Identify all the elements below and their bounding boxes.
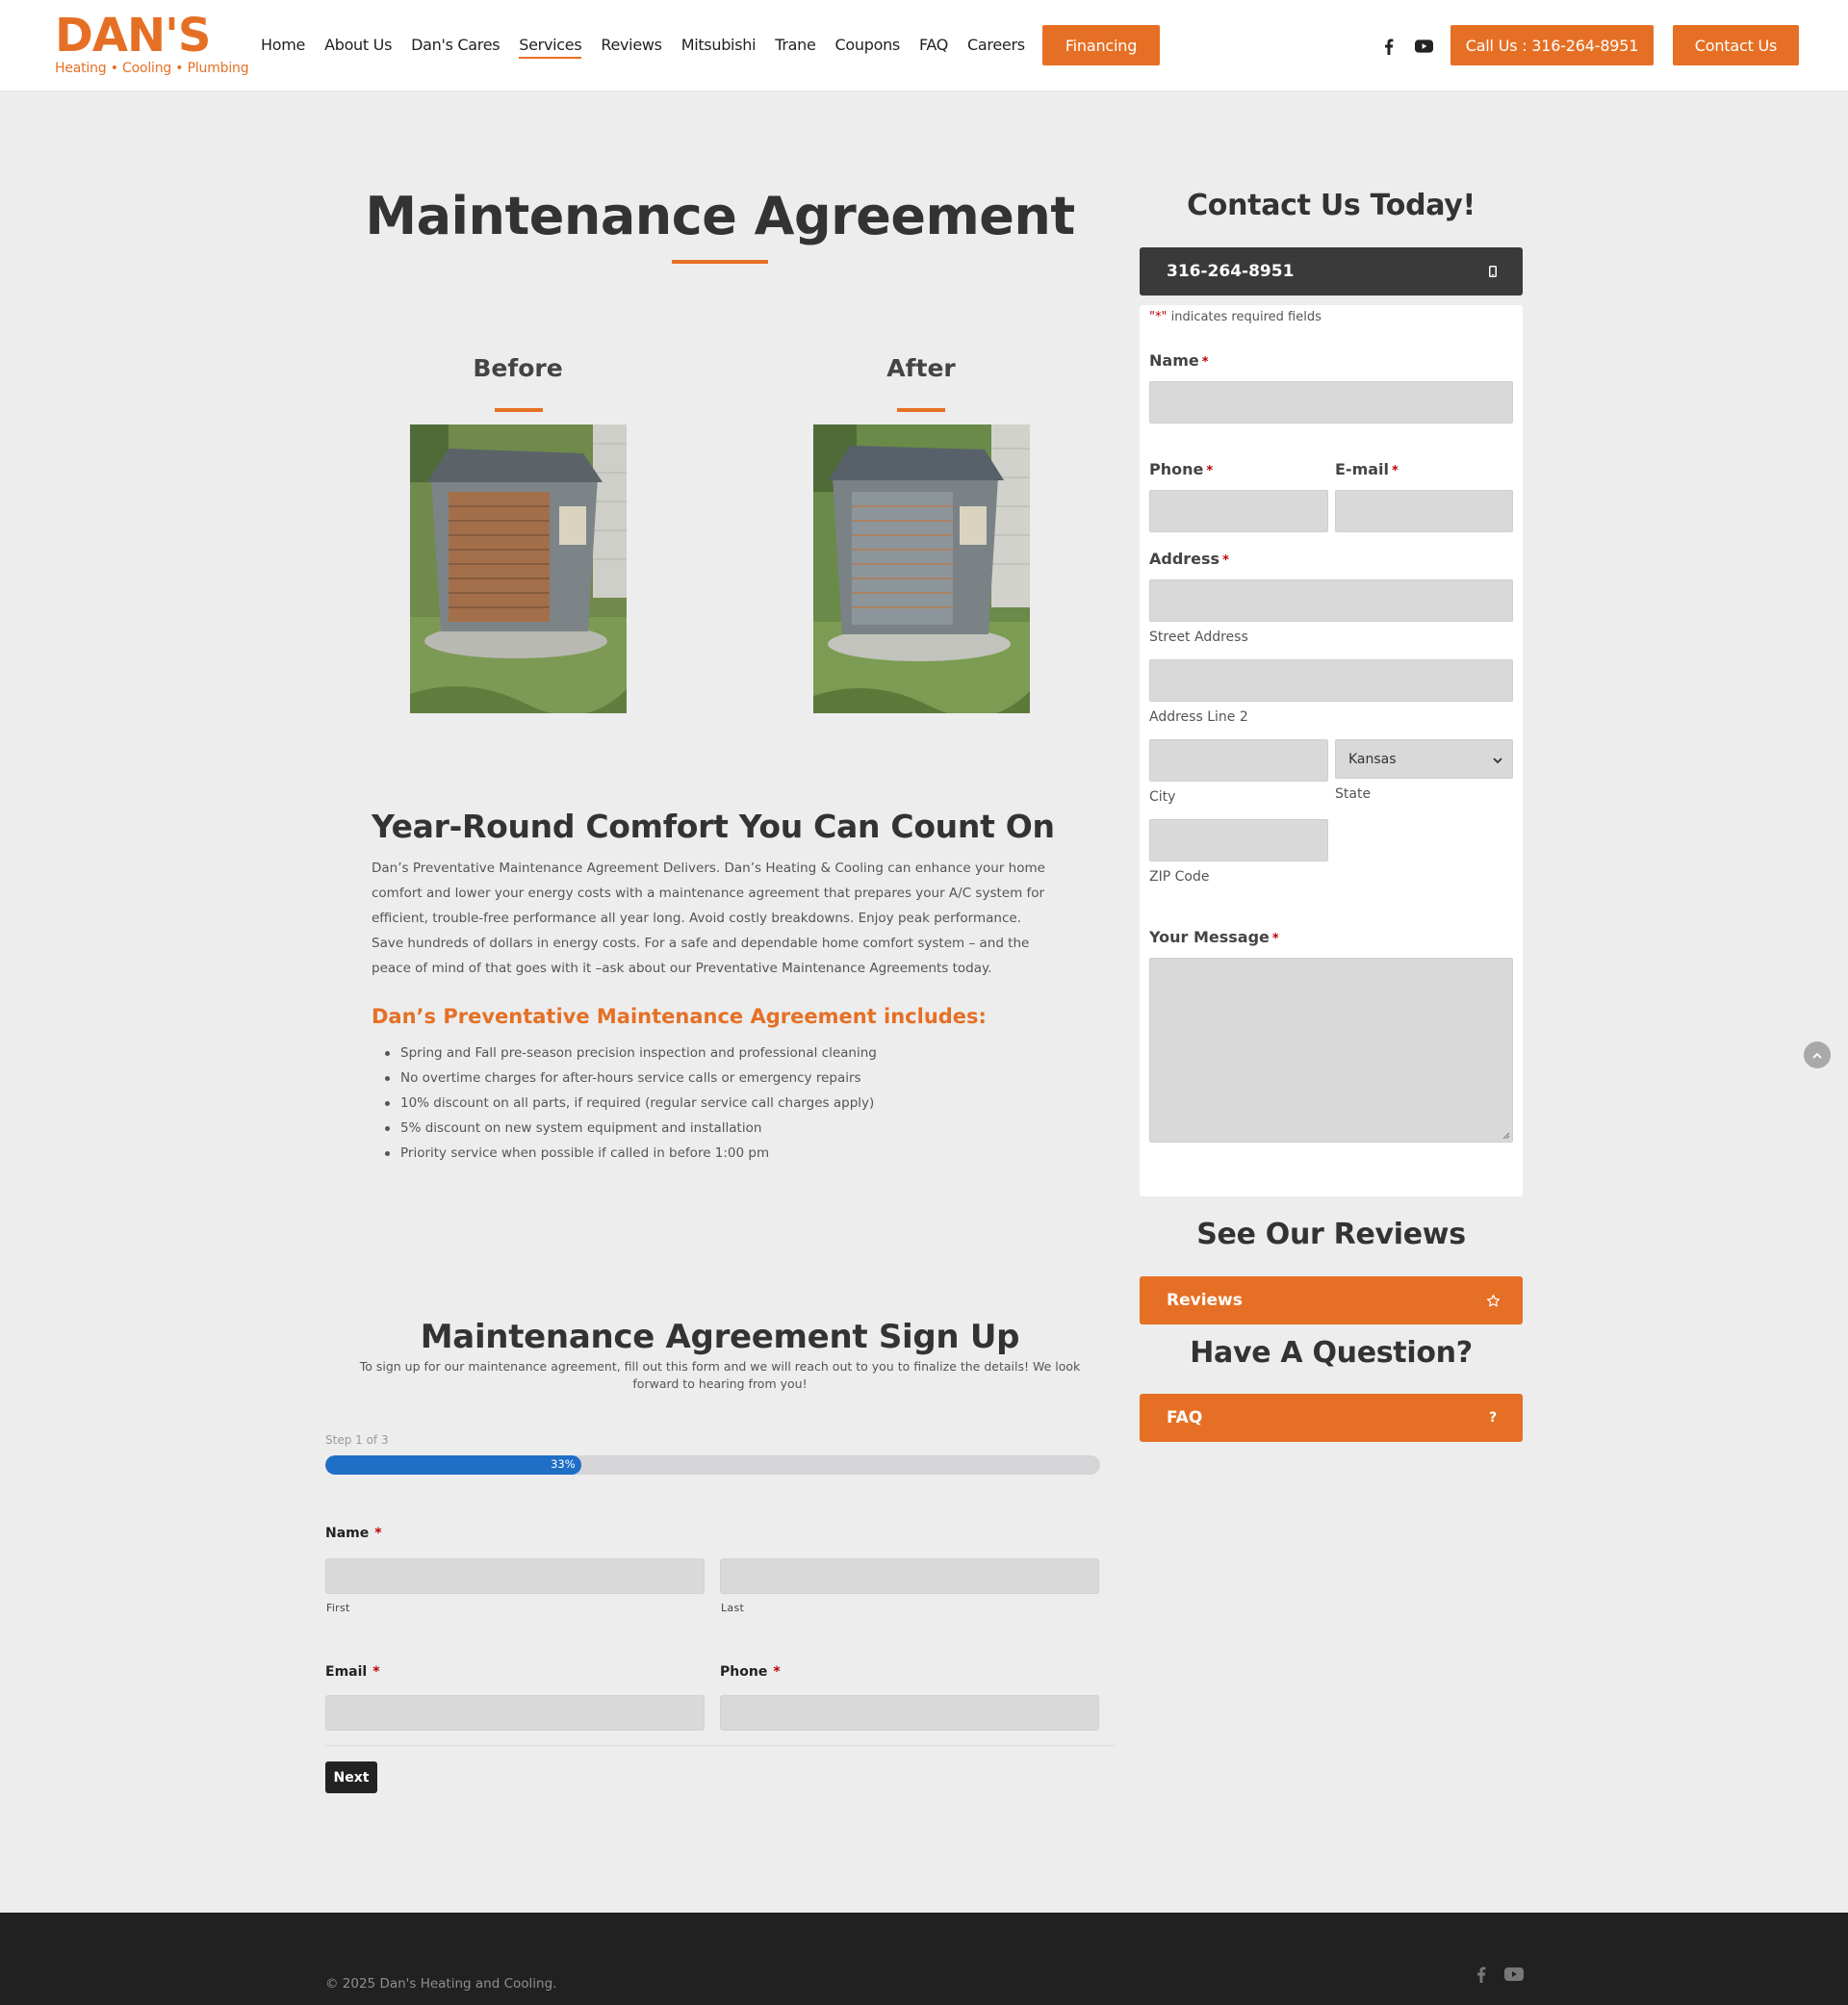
youtube-icon[interactable] bbox=[1504, 1966, 1524, 1983]
phone-bar-label: 316-264-8951 bbox=[1167, 262, 1295, 281]
phone-bar[interactable]: 316-264-8951 bbox=[1140, 247, 1523, 296]
page-title: Maintenance Agreement bbox=[365, 186, 1075, 246]
signup-title: Maintenance Agreement Sign Up bbox=[420, 1318, 1020, 1356]
nav-coupons[interactable]: Coupons bbox=[835, 36, 901, 54]
street-sublabel: Street Address bbox=[1149, 630, 1248, 645]
contact-phone-label: Phone * bbox=[1149, 460, 1214, 478]
call-us-button[interactable]: Call Us : 316-264-8951 bbox=[1450, 25, 1654, 65]
facebook-icon[interactable] bbox=[1473, 1966, 1490, 1983]
form-divider bbox=[325, 1745, 1115, 1746]
main-nav: Home About Us Dan's Cares Services Revie… bbox=[261, 36, 1044, 59]
faq-bar[interactable]: FAQ ? bbox=[1140, 1394, 1523, 1442]
signup-name-label: Name * bbox=[325, 1526, 382, 1541]
progress-percent: 33% bbox=[551, 1457, 576, 1471]
site-footer bbox=[0, 1913, 1848, 2005]
state-sublabel: State bbox=[1335, 786, 1372, 802]
state-select-value: Kansas bbox=[1348, 751, 1397, 767]
logo-wordmark: DAN'S bbox=[55, 9, 211, 63]
nav-reviews[interactable]: Reviews bbox=[601, 36, 662, 54]
chevron-up-icon bbox=[1812, 1052, 1822, 1059]
list-item: 5% discount on new system equipment and … bbox=[385, 1116, 877, 1141]
signup-phone-label: Phone * bbox=[720, 1664, 781, 1680]
before-underline bbox=[495, 408, 543, 412]
signup-description: To sign up for our maintenance agreement… bbox=[359, 1359, 1081, 1391]
first-name-input[interactable] bbox=[325, 1558, 705, 1594]
progress-fill: 33% bbox=[325, 1455, 581, 1475]
contact-form: "*" indicates required fields Name * Phon… bbox=[1140, 305, 1523, 1196]
scroll-to-top-button[interactable] bbox=[1804, 1041, 1831, 1068]
star-icon bbox=[1484, 1292, 1502, 1309]
nav-faq[interactable]: FAQ bbox=[919, 36, 948, 54]
contact-title: Contact Us Today! bbox=[1187, 189, 1476, 222]
step-indicator: Step 1 of 3 bbox=[325, 1433, 389, 1447]
includes-heading: Dan’s Preventative Maintenance Agreement… bbox=[372, 1005, 987, 1028]
reviews-bar-label: Reviews bbox=[1167, 1291, 1243, 1310]
copyright-text: © 2025 Dan's Heating and Cooling. bbox=[325, 1976, 557, 1992]
question-mark-icon: ? bbox=[1488, 1410, 1498, 1426]
list-item: 10% discount on all parts, if required (… bbox=[385, 1091, 877, 1116]
signup-email-label: Email * bbox=[325, 1664, 380, 1680]
financing-button[interactable]: Financing bbox=[1042, 25, 1160, 65]
includes-list: Spring and Fall pre-season precision ins… bbox=[385, 1041, 877, 1166]
logo-tagline: Heating • Cooling • Plumbing bbox=[55, 61, 249, 76]
last-sublabel: Last bbox=[721, 1602, 745, 1614]
nav-about-us[interactable]: About Us bbox=[324, 36, 392, 54]
list-item: Spring and Fall pre-season precision ins… bbox=[385, 1041, 877, 1066]
nav-home[interactable]: Home bbox=[261, 36, 305, 54]
nav-careers[interactable]: Careers bbox=[967, 36, 1025, 54]
first-sublabel: First bbox=[326, 1602, 350, 1614]
comfort-heading: Year-Round Comfort You Can Count On bbox=[372, 808, 1055, 845]
line2-sublabel: Address Line 2 bbox=[1149, 709, 1248, 725]
list-item: No overtime charges for after-hours serv… bbox=[385, 1066, 877, 1091]
contact-message-label: Your Message * bbox=[1149, 928, 1279, 946]
comfort-paragraph: Dan’s Preventative Maintenance Agreement… bbox=[372, 861, 1045, 976]
chevron-down-icon bbox=[1493, 753, 1502, 768]
list-item: Priority service when possible if called… bbox=[385, 1141, 877, 1166]
address-line2-input[interactable] bbox=[1149, 659, 1513, 702]
nav-mitsubishi[interactable]: Mitsubishi bbox=[681, 36, 757, 54]
nav-trane[interactable]: Trane bbox=[775, 36, 816, 54]
contact-email-label: E-mail * bbox=[1335, 460, 1399, 478]
city-sublabel: City bbox=[1149, 789, 1176, 805]
contact-address-label: Address * bbox=[1149, 550, 1229, 568]
email-input[interactable] bbox=[325, 1695, 705, 1731]
after-heading: After bbox=[886, 354, 956, 382]
mobile-phone-icon bbox=[1484, 263, 1502, 280]
contact-name-label: Name * bbox=[1149, 351, 1209, 370]
required-note: "*" indicates required fields bbox=[1149, 310, 1322, 324]
zip-sublabel: ZIP Code bbox=[1149, 869, 1210, 885]
contact-phone-input[interactable] bbox=[1149, 490, 1328, 532]
title-underline bbox=[672, 260, 768, 264]
before-photo bbox=[410, 424, 627, 713]
nav-dans-cares[interactable]: Dan's Cares bbox=[411, 36, 500, 54]
resize-handle-icon[interactable] bbox=[1502, 1132, 1510, 1140]
nav-services[interactable]: Services bbox=[519, 36, 582, 59]
site-header: DAN'S Heating • Cooling • Plumbing Home … bbox=[0, 0, 1848, 91]
reviews-bar[interactable]: Reviews bbox=[1140, 1276, 1523, 1324]
zip-input[interactable] bbox=[1149, 819, 1328, 861]
after-underline bbox=[897, 408, 945, 412]
question-title: Have A Question? bbox=[1190, 1336, 1473, 1370]
message-textarea[interactable] bbox=[1149, 958, 1513, 1143]
last-name-input[interactable] bbox=[720, 1558, 1099, 1594]
contact-us-button[interactable]: Contact Us bbox=[1673, 25, 1799, 65]
state-select[interactable]: Kansas bbox=[1335, 739, 1513, 779]
street-address-input[interactable] bbox=[1149, 579, 1513, 622]
next-button[interactable]: Next bbox=[325, 1761, 377, 1793]
contact-email-input[interactable] bbox=[1335, 490, 1513, 532]
after-photo bbox=[813, 424, 1030, 713]
logo[interactable]: DAN'S Heating • Cooling • Plumbing bbox=[55, 9, 249, 79]
city-input[interactable] bbox=[1149, 739, 1328, 782]
faq-bar-label: FAQ bbox=[1167, 1408, 1203, 1427]
facebook-icon[interactable] bbox=[1380, 38, 1398, 55]
progress-bar: 33% bbox=[325, 1455, 1100, 1475]
youtube-icon[interactable] bbox=[1414, 38, 1433, 55]
contact-name-input[interactable] bbox=[1149, 381, 1513, 424]
reviews-title: See Our Reviews bbox=[1196, 1218, 1466, 1251]
before-heading: Before bbox=[473, 354, 563, 382]
phone-input[interactable] bbox=[720, 1695, 1099, 1731]
